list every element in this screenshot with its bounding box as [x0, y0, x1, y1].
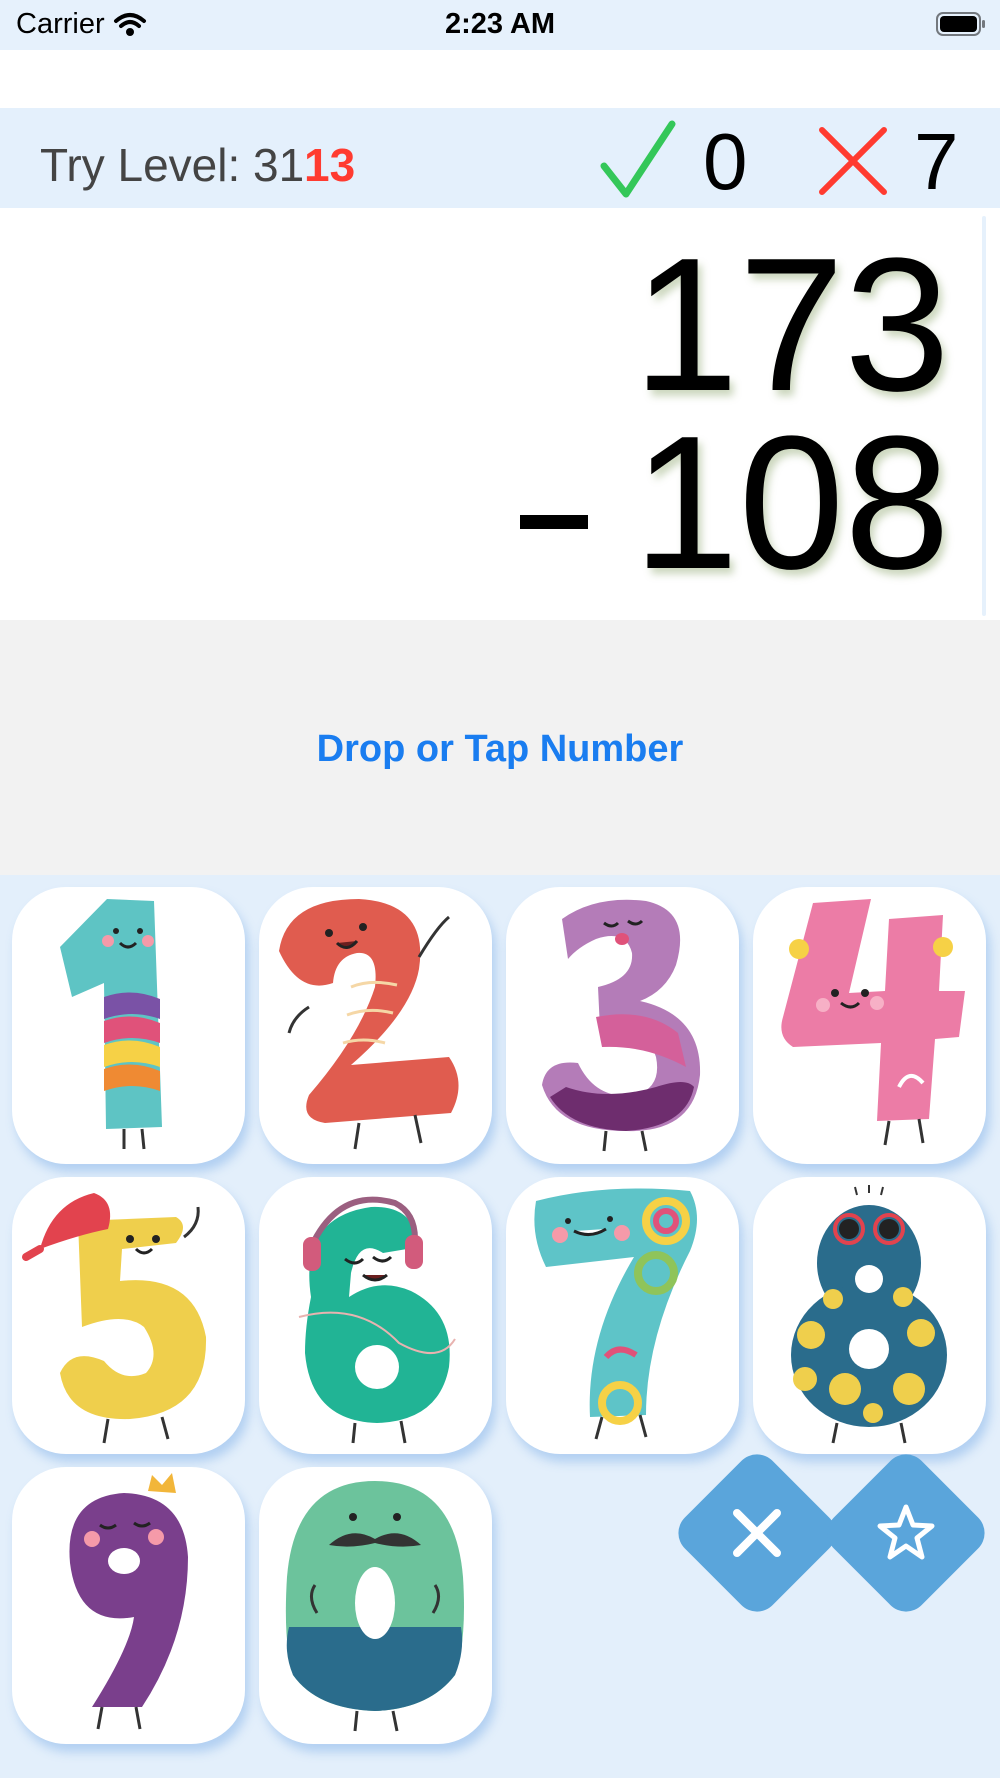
bottom-operand: 108 — [632, 397, 950, 609]
wrong-count: 7 — [914, 117, 959, 206]
digit-tile-0[interactable] — [259, 1467, 492, 1744]
minus-operator — [520, 515, 588, 529]
cross-icon — [819, 127, 887, 195]
digit-0-character-icon — [285, 1481, 464, 1732]
top-operand: 173 — [632, 219, 950, 431]
clear-button[interactable] — [669, 1445, 845, 1621]
battery-icon — [936, 12, 985, 36]
digit-tile-8[interactable] — [753, 1177, 986, 1454]
score-bar: Try Level: 31 13 0 7 — [0, 108, 1000, 208]
favorite-button[interactable] — [818, 1445, 994, 1621]
digit-tile-5[interactable] — [12, 1177, 245, 1454]
status-time: 2:23 AM — [444, 8, 556, 40]
nav-spacer — [0, 50, 1000, 108]
digit-8-character-icon — [791, 1185, 947, 1444]
digit-3-character-icon — [542, 899, 701, 1152]
status-bar: Carrier 2:23 AM — [0, 0, 1000, 50]
number-keypad — [0, 875, 1000, 1778]
digit-tile-2[interactable] — [259, 887, 492, 1164]
digit-4-character-icon — [781, 899, 965, 1146]
digit-7-character-icon — [534, 1188, 697, 1440]
digit-9-character-icon — [69, 1473, 188, 1730]
problem-panel: 173 108 — [0, 208, 1000, 620]
digit-1-character-icon — [60, 899, 162, 1150]
check-icon — [600, 120, 676, 198]
digit-5-character-icon — [22, 1193, 207, 1444]
digit-tile-3[interactable] — [506, 887, 739, 1164]
drop-zone-label: Drop or Tap Number — [316, 728, 684, 770]
correct-count: 0 — [703, 117, 748, 206]
digit-tile-9[interactable] — [12, 1467, 245, 1744]
digit-6-character-icon — [298, 1196, 456, 1444]
level-label: Try Level: 31 — [40, 139, 305, 191]
answer-drop-zone[interactable]: Drop or Tap Number — [0, 620, 1000, 875]
digit-2-character-icon — [279, 899, 459, 1150]
digit-tile-4[interactable] — [753, 887, 986, 1164]
star-icon — [877, 1504, 935, 1560]
close-icon — [733, 1509, 781, 1557]
level-counter: 13 — [304, 139, 356, 191]
digit-tile-1[interactable] — [12, 887, 245, 1164]
digit-tile-6[interactable] — [259, 1177, 492, 1454]
scroll-indicator — [982, 216, 986, 616]
digit-tile-7[interactable] — [506, 1177, 739, 1454]
